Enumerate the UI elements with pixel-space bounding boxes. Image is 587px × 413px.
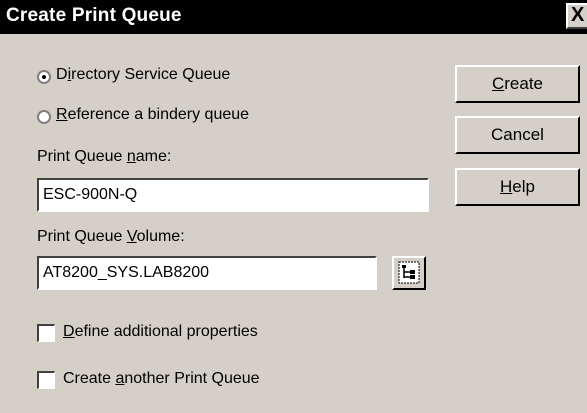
create-another-queue-checkbox[interactable] xyxy=(37,371,55,389)
create-another-queue-label[interactable]: Create another Print Queue xyxy=(63,370,260,388)
dialog-title: Create Print Queue xyxy=(6,5,182,26)
title-bar: Create Print Queue X xyxy=(0,0,587,34)
browse-tree-icon xyxy=(398,261,420,284)
close-icon: X xyxy=(571,4,585,26)
cancel-button[interactable]: Cancel xyxy=(455,116,580,154)
directory-service-queue-radio[interactable] xyxy=(37,70,51,84)
directory-service-queue-label[interactable]: Directory Service Queue xyxy=(56,66,230,84)
define-additional-properties-label[interactable]: Define additional properties xyxy=(63,323,258,341)
reference-bindery-queue-radio[interactable] xyxy=(37,110,51,124)
close-button[interactable]: X xyxy=(566,3,587,29)
define-additional-properties-checkbox[interactable] xyxy=(37,324,55,342)
queue-name-label: Print Queue name: xyxy=(37,148,172,165)
browse-volume-button[interactable] xyxy=(392,256,426,290)
queue-volume-input[interactable] xyxy=(37,256,377,290)
create-button[interactable]: Create xyxy=(455,65,580,103)
queue-name-input[interactable] xyxy=(37,178,429,212)
reference-bindery-queue-label[interactable]: Reference a bindery queue xyxy=(56,106,249,124)
queue-volume-label: Print Queue Volume: xyxy=(37,228,185,245)
help-button[interactable]: Help xyxy=(455,168,580,206)
create-print-queue-dialog: Create Print Queue X Directory Service Q… xyxy=(0,0,587,413)
